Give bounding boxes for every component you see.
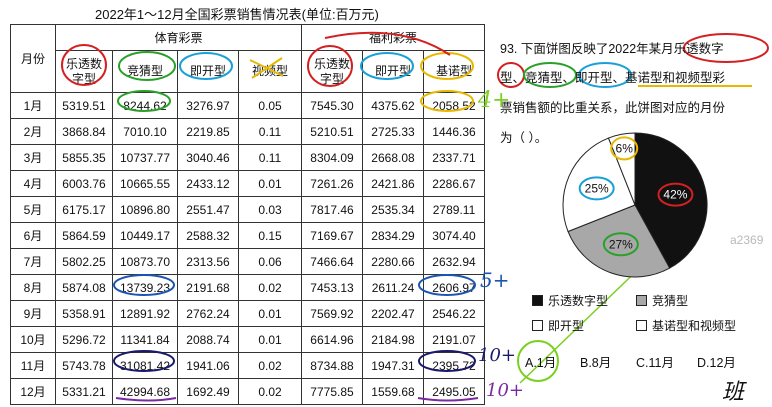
circle-quiz bbox=[118, 51, 176, 81]
strike-video bbox=[249, 57, 284, 79]
legend-swatch-lotto bbox=[532, 295, 543, 306]
signature: 班 bbox=[722, 380, 745, 405]
pie-data-label: 42% bbox=[663, 188, 687, 202]
note-row1: 4+ bbox=[478, 88, 511, 113]
note-row11: 10+ bbox=[478, 345, 516, 366]
pie-data-label: 6% bbox=[616, 141, 634, 155]
question-line-2: 型、竞猜型、即开型、基诺型和视频型彩 bbox=[500, 71, 726, 85]
circle-aug-quiz bbox=[113, 274, 175, 296]
circle-instant-welfare bbox=[360, 52, 414, 80]
circle-nov-keno bbox=[418, 350, 476, 372]
question-line-4: 为（ ）。 bbox=[500, 131, 548, 145]
option-a[interactable]: A.1月 bbox=[525, 352, 556, 371]
legend-label-lotto: 乐透数字型 bbox=[548, 294, 609, 308]
pie-data-label: 25% bbox=[585, 181, 609, 195]
legend-label-quiz: 竞猜型 bbox=[652, 294, 689, 308]
circle-lotto-welfare bbox=[307, 45, 353, 87]
legend-swatch-quiz bbox=[636, 295, 647, 306]
option-c[interactable]: C.11月 bbox=[636, 352, 674, 371]
circle-keno bbox=[420, 52, 474, 80]
circle-nov-quiz bbox=[113, 350, 175, 372]
circle-instant-sports bbox=[179, 52, 233, 80]
legend-label-instant: 即开型 bbox=[548, 319, 585, 333]
legend-swatch-instant bbox=[532, 320, 543, 331]
legend-label-keno-video: 基诺型和视频型 bbox=[652, 319, 737, 333]
circle-lotto-sports bbox=[61, 44, 107, 86]
legend-item-lotto: 乐透数字型 bbox=[532, 292, 608, 309]
underline-dec-keno bbox=[417, 397, 479, 402]
option-d[interactable]: D.12月 bbox=[697, 352, 736, 371]
legend-item-keno-video: 基诺型和视频型 bbox=[636, 317, 736, 334]
arc-welfare bbox=[324, 31, 451, 56]
note-row8: 5+ bbox=[480, 268, 510, 292]
underline-dec-quiz bbox=[115, 397, 177, 402]
pie-chart: 42% 27% 25% 6% bbox=[562, 132, 708, 278]
question-line-3: 票销售额的比重关系，此饼图对应的月份 bbox=[500, 101, 726, 115]
legend-item-instant: 即开型 bbox=[532, 317, 584, 334]
pie-data-label: 27% bbox=[609, 237, 633, 251]
option-b[interactable]: B.8月 bbox=[580, 352, 611, 371]
question-line-1: 93. 下面饼图反映了2022年某月乐透数字 bbox=[500, 42, 724, 56]
circle-aug-keno bbox=[418, 274, 476, 296]
legend-item-quiz: 竞猜型 bbox=[636, 292, 688, 309]
legend-swatch-keno-video bbox=[636, 320, 647, 331]
circle-jan-quiz bbox=[117, 90, 171, 112]
note-row12: 10+ bbox=[486, 380, 524, 401]
circle-jan-keno bbox=[420, 90, 474, 112]
watermark: a2369 bbox=[730, 233, 764, 247]
